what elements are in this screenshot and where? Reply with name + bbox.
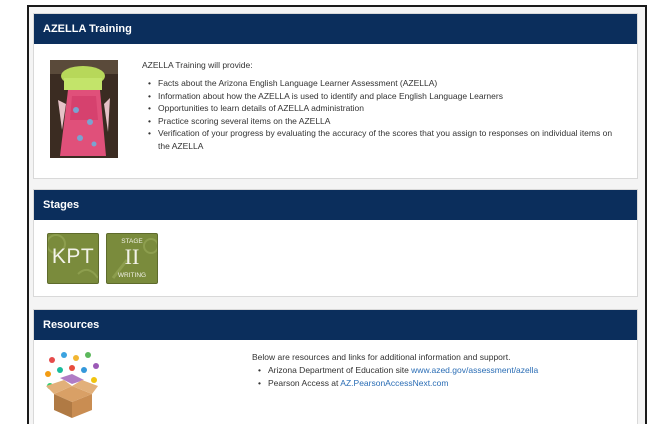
writing-label: WRITING — [117, 272, 147, 279]
stages-panel: Stages KPT STAGE II WRITING — [33, 189, 638, 297]
resources-header: Resources — [34, 310, 637, 340]
resources-description: Below are resources and links for additi… — [252, 352, 622, 389]
list-item: Opportunities to learn details of AZELLA… — [148, 102, 622, 115]
kpt-stage-button[interactable]: KPT — [47, 233, 99, 284]
list-item: Verification of your progress by evaluat… — [148, 127, 622, 152]
list-item: Pearson Access at AZ.PearsonAccessNext.c… — [258, 377, 622, 390]
training-intro: AZELLA Training will provide: — [142, 60, 253, 70]
training-bullet-list: Facts about the Arizona English Language… — [142, 77, 622, 152]
resource-prefix: Arizona Department of Education site — [268, 365, 412, 375]
list-item: Information about how the AZELLA is used… — [148, 90, 622, 103]
kpt-label: KPT — [51, 245, 95, 268]
training-description: AZELLA Training will provide: Facts abou… — [142, 60, 622, 152]
training-panel: AZELLA Training AZELLA Training will pro… — [33, 13, 638, 179]
pearson-access-link[interactable]: AZ.PearsonAccessNext.com — [340, 378, 448, 388]
resources-panel: Resources Below are resources and links … — [33, 309, 638, 424]
stages-header: Stages — [34, 190, 637, 220]
list-item: Facts about the Arizona English Language… — [148, 77, 622, 90]
training-header: AZELLA Training — [34, 14, 637, 44]
azed-link[interactable]: www.azed.gov/assessment/azella — [411, 365, 538, 375]
list-item: Arizona Department of Education site www… — [258, 364, 622, 377]
resources-box-icon — [42, 350, 102, 420]
stage-number: II — [124, 244, 140, 269]
training-artwork-image — [50, 60, 118, 158]
resources-intro: Below are resources and links for additi… — [252, 352, 511, 362]
resources-list: Arizona Department of Education site www… — [252, 364, 622, 389]
page-frame: AZELLA Training AZELLA Training will pro… — [27, 5, 647, 424]
resource-prefix: Pearson Access at — [268, 377, 341, 388]
stage-ii-writing-button[interactable]: STAGE II WRITING — [106, 233, 158, 284]
list-item: Practice scoring several items on the AZ… — [148, 115, 622, 128]
